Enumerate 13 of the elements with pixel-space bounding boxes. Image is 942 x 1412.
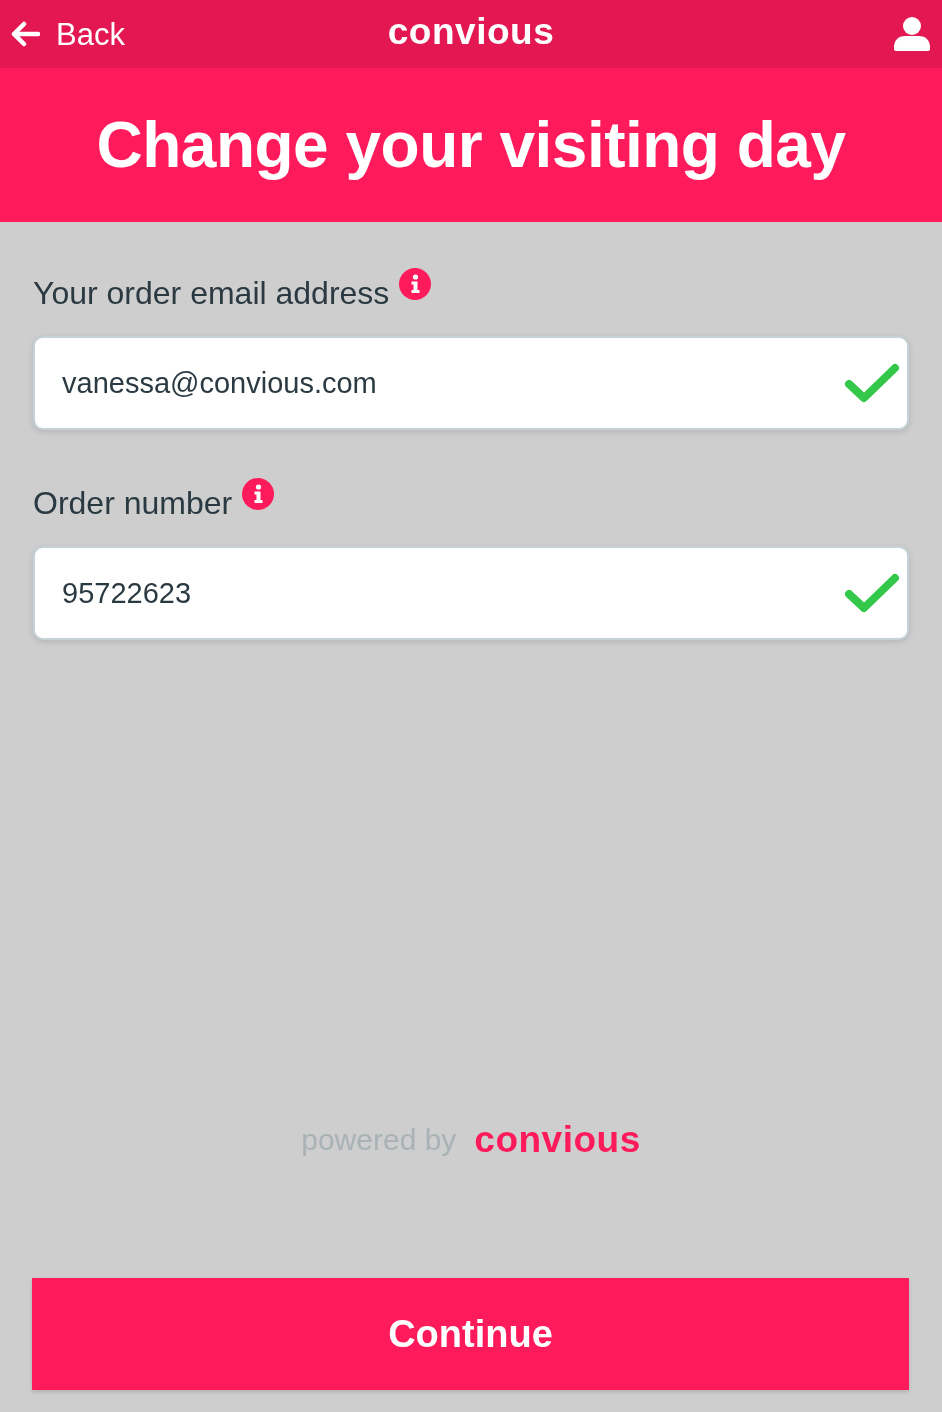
info-icon[interactable]	[242, 478, 275, 510]
user-icon[interactable]	[894, 17, 930, 51]
email-input[interactable]: vanessa@convious.com	[33, 336, 909, 430]
page-title: Change your visiting day	[96, 108, 846, 182]
arrow-left-icon	[10, 21, 40, 47]
footer-logo: convious	[474, 1120, 641, 1160]
logo: convious	[387, 12, 555, 52]
order-number-input[interactable]: 95722623	[33, 546, 909, 640]
field-label: Your order email address	[33, 274, 390, 312]
back-link[interactable]: Back	[10, 18, 125, 50]
field-label: Order number	[33, 484, 233, 522]
continue-button[interactable]: Continue	[32, 1278, 909, 1390]
info-icon[interactable]	[399, 268, 432, 300]
